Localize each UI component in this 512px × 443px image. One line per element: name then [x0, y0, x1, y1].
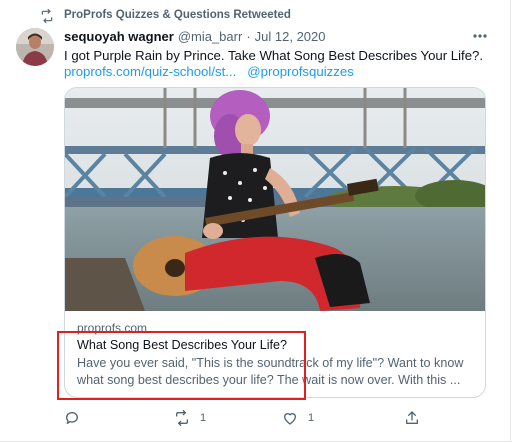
- retweet-icon: [41, 9, 53, 23]
- tweet-text: I got Purple Rain by Prince. Take What S…: [64, 48, 484, 63]
- tweet-date[interactable]: Jul 12, 2020: [255, 29, 326, 44]
- retweet-action[interactable]: 1: [174, 410, 206, 426]
- share-action[interactable]: [404, 410, 420, 426]
- link-spacer: [240, 64, 244, 79]
- like-icon[interactable]: [282, 410, 298, 426]
- reply-icon[interactable]: [64, 410, 80, 426]
- retweet-icon[interactable]: [174, 410, 190, 426]
- retweet-label[interactable]: ProProfs Quizzes & Questions Retweeted: [64, 9, 291, 21]
- tweet-link[interactable]: proprofs.com/quiz-school/st...: [64, 64, 236, 79]
- user-handle[interactable]: @mia_barr: [178, 29, 243, 44]
- share-icon[interactable]: [404, 410, 420, 426]
- more-icon[interactable]: [470, 29, 490, 43]
- avatar[interactable]: [16, 28, 54, 66]
- highlight-annotation: [57, 331, 306, 400]
- separator-dot: ·: [246, 29, 251, 44]
- like-action[interactable]: 1: [282, 410, 314, 426]
- retweet-count: 1: [200, 412, 207, 424]
- mention-link[interactable]: @proprofsquizzes: [247, 64, 353, 79]
- tweet-links: proprofs.com/quiz-school/st... @proprofs…: [64, 63, 354, 80]
- display-name[interactable]: sequoyah wagner: [64, 29, 174, 44]
- tweet-header: sequoyah wagner @mia_barr · Jul 12, 2020: [64, 29, 326, 44]
- retweet-indicator: [40, 7, 54, 25]
- tweet-actions: 1 1: [0, 402, 512, 432]
- like-count: 1: [308, 412, 315, 424]
- card-image[interactable]: [65, 88, 485, 311]
- reply-action[interactable]: [64, 410, 90, 426]
